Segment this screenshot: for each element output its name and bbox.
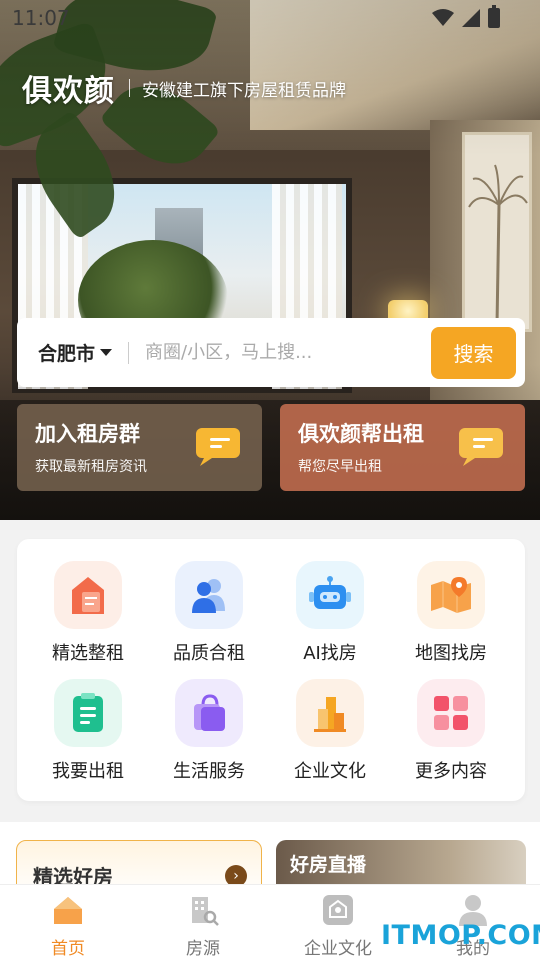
chat-bubble-icon [459,428,503,466]
feature-map-search[interactable]: 地图找房 [391,561,511,665]
feature-label: 我要出租 [52,761,124,782]
shopping-bag-icon [175,679,243,747]
live-stream-title: 好房直播 [290,854,367,876]
tab-culture[interactable]: 企业文化 [288,893,388,959]
feature-whole-rent[interactable]: 精选整租 [28,561,148,665]
robot-icon [296,561,364,629]
search-button[interactable]: 搜索 [431,326,516,379]
feature-label: 更多内容 [415,761,487,782]
status-icons [432,5,500,28]
tab-label: 房源 [186,939,220,959]
feature-label: 品质合租 [173,643,245,664]
help-rent-card[interactable]: 俱欢颜帮出租 帮您尽早出租 [280,404,525,491]
feature-label: 精选整租 [52,643,124,664]
feature-more[interactable]: 更多内容 [391,679,511,783]
home-icon [54,897,82,924]
battery-icon [488,5,500,28]
join-group-card[interactable]: 加入租房群 获取最新租房资讯 [17,404,262,491]
tab-listings[interactable]: 房源 [153,893,253,959]
city-selector[interactable]: 合肥市 [38,339,113,366]
feature-culture[interactable]: 企业文化 [270,679,390,783]
watermark: ITMOP.COM [381,920,540,951]
brand-slogan: 安徽建工旗下房屋租赁品牌 [142,80,346,101]
feature-list-rental[interactable]: 我要出租 [28,679,148,783]
caret-down-icon [100,349,113,356]
search-separator [128,341,130,364]
status-bar: 11:07 [0,0,540,36]
brand-name: 俱欢颜 [22,74,115,109]
brand-divider [129,79,130,97]
feature-label: 地图找房 [415,643,487,664]
house-doc-icon [54,561,122,629]
building-icon [296,679,364,747]
tab-home[interactable]: 首页 [18,893,118,959]
wifi-icon [432,9,454,26]
feature-label: 企业文化 [294,761,366,782]
clipboard-icon [54,679,122,747]
brand-header: 俱欢颜 安徽建工旗下房屋租赁品牌 [22,66,346,110]
signal-icon [462,9,480,27]
chat-bubble-icon [196,428,240,466]
search-input[interactable] [145,342,431,363]
map-pin-icon [417,561,485,629]
city-label: 合肥市 [38,343,96,365]
building-search-icon [192,897,219,926]
feature-life-services[interactable]: 生活服务 [149,679,269,783]
tab-label: 首页 [51,939,85,959]
feature-grid: 精选整租 品质合租 AI找房 地图找房 我要出租 生活服务 企业文化 更多内容 [17,539,525,801]
feature-label: 生活服务 [173,761,245,782]
feature-label: AI找房 [303,643,357,664]
people-icon [175,561,243,629]
status-time: 11:07 [12,6,70,30]
grid-icon [417,679,485,747]
tab-label: 企业文化 [304,939,372,959]
culture-icon [323,895,353,925]
feature-shared-rent[interactable]: 品质合租 [149,561,269,665]
search-bar: 合肥市 搜索 [17,318,525,387]
feature-ai-search[interactable]: AI找房 [270,561,390,665]
